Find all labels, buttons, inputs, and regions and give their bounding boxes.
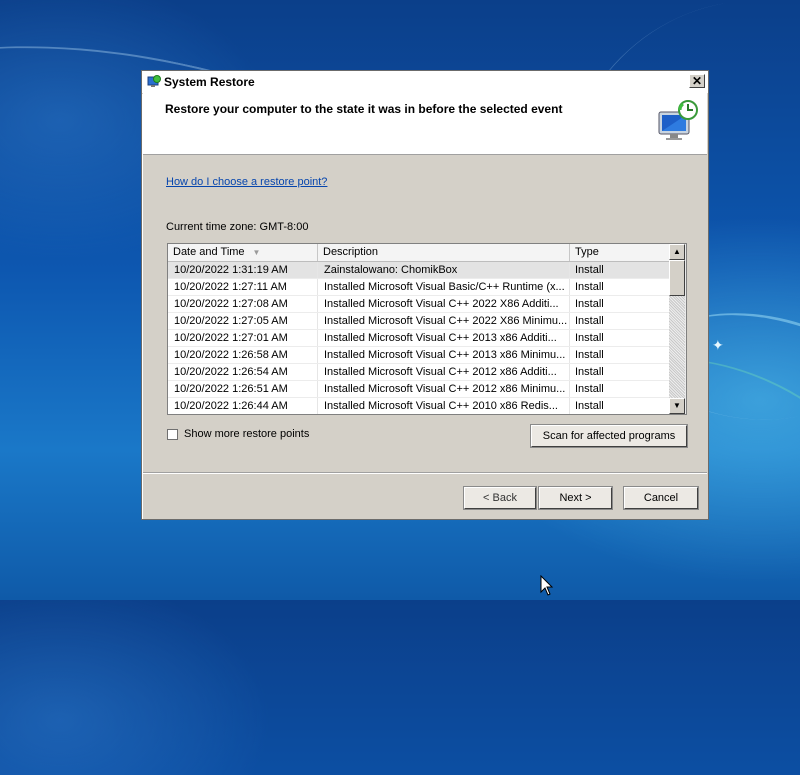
timezone-label: Current time zone: GMT-8:00 — [166, 221, 309, 233]
row-type: Install — [575, 281, 604, 293]
vertical-scrollbar[interactable]: ▲ ▼ — [669, 244, 686, 414]
next-button[interactable]: Next > — [538, 486, 613, 510]
row-description: Installed Microsoft Visual C++ 2012 x86 … — [318, 364, 570, 380]
mouse-cursor-icon — [540, 575, 554, 596]
restore-point-help-link[interactable]: How do I choose a restore point? — [166, 176, 327, 188]
list-row[interactable]: 10/20/2022 1:27:01 AM Installed Microsof… — [168, 330, 670, 347]
row-type: Install — [575, 332, 604, 344]
restore-monitor-icon — [658, 100, 698, 140]
row-type: Install — [575, 400, 604, 412]
row-date: 10/20/2022 1:27:05 AM — [168, 313, 318, 329]
row-description: Installed Microsoft Visual C++ 2022 X86 … — [318, 313, 570, 329]
list-body: 10/20/2022 1:31:19 AM Zainstalowano: Cho… — [168, 262, 670, 414]
row-type: Install — [575, 366, 604, 378]
back-button[interactable]: < Back — [463, 486, 537, 510]
scroll-track[interactable] — [669, 296, 685, 398]
list-row[interactable]: 10/20/2022 1:26:44 AM Installed Microsof… — [168, 398, 670, 414]
system-restore-dialog: System Restore ✕ Restore your computer t… — [141, 70, 709, 520]
wallpaper-sparkle-icon: ✦ — [712, 337, 724, 353]
scroll-thumb[interactable] — [669, 260, 685, 296]
row-description: Installed Microsoft Visual C++ 2013 x86 … — [318, 330, 570, 346]
list-header: Date and Time ▼ Description Type — [168, 244, 670, 262]
show-more-checkbox[interactable] — [167, 428, 178, 440]
row-type: Install — [575, 315, 604, 327]
row-description: Installed Microsoft Visual Basic/C++ Run… — [318, 279, 570, 295]
row-type: Install — [575, 349, 604, 361]
show-more-restore-points-option[interactable]: Show more restore points — [167, 428, 309, 440]
row-date: 10/20/2022 1:31:19 AM — [168, 262, 318, 278]
page-title: Restore your computer to the state it wa… — [165, 102, 563, 116]
row-date: 10/20/2022 1:27:11 AM — [168, 279, 318, 295]
scan-affected-programs-button[interactable]: Scan for affected programs — [530, 424, 688, 448]
restore-points-list[interactable]: Date and Time ▼ Description Type 10/20/20… — [167, 243, 687, 415]
window-title: System Restore — [164, 75, 255, 89]
list-row[interactable]: 10/20/2022 1:27:05 AM Installed Microsof… — [168, 313, 670, 330]
row-type: Install — [575, 264, 604, 276]
row-date: 10/20/2022 1:26:58 AM — [168, 347, 318, 363]
footer-divider — [143, 472, 707, 474]
scroll-up-button[interactable]: ▲ — [669, 244, 685, 260]
row-type: Install — [575, 383, 604, 395]
list-row[interactable]: 10/20/2022 1:27:11 AM Installed Microsof… — [168, 279, 670, 296]
system-restore-icon — [147, 75, 161, 87]
cancel-button[interactable]: Cancel — [623, 486, 699, 510]
row-description: Zainstalowano: ChomikBox — [318, 262, 570, 278]
scroll-down-button[interactable]: ▼ — [669, 398, 685, 414]
row-description: Installed Microsoft Visual C++ 2013 x86 … — [318, 347, 570, 363]
list-row[interactable]: 10/20/2022 1:26:54 AM Installed Microsof… — [168, 364, 670, 381]
row-date: 10/20/2022 1:26:44 AM — [168, 398, 318, 414]
row-date: 10/20/2022 1:27:08 AM — [168, 296, 318, 312]
column-header-type[interactable]: Type — [570, 244, 670, 261]
row-date: 10/20/2022 1:27:01 AM — [168, 330, 318, 346]
row-date: 10/20/2022 1:26:51 AM — [168, 381, 318, 397]
row-description: Installed Microsoft Visual C++ 2010 x86 … — [318, 398, 570, 414]
show-more-label[interactable]: Show more restore points — [184, 428, 309, 440]
list-row[interactable]: 10/20/2022 1:26:51 AM Installed Microsof… — [168, 381, 670, 398]
row-type: Install — [575, 298, 604, 310]
close-button[interactable]: ✕ — [689, 74, 705, 88]
list-row[interactable]: 10/20/2022 1:27:08 AM Installed Microsof… — [168, 296, 670, 313]
row-date: 10/20/2022 1:26:54 AM — [168, 364, 318, 380]
sort-down-icon: ▼ — [252, 248, 261, 257]
row-description: Installed Microsoft Visual C++ 2012 x86 … — [318, 381, 570, 397]
row-description: Installed Microsoft Visual C++ 2022 X86 … — [318, 296, 570, 312]
column-header-description[interactable]: Description — [318, 244, 570, 261]
wizard-header: Restore your computer to the state it wa… — [143, 91, 707, 155]
column-header-date[interactable]: Date and Time ▼ — [168, 244, 318, 261]
list-row[interactable]: 10/20/2022 1:31:19 AM Zainstalowano: Cho… — [168, 262, 670, 279]
list-row[interactable]: 10/20/2022 1:26:58 AM Installed Microsof… — [168, 347, 670, 364]
